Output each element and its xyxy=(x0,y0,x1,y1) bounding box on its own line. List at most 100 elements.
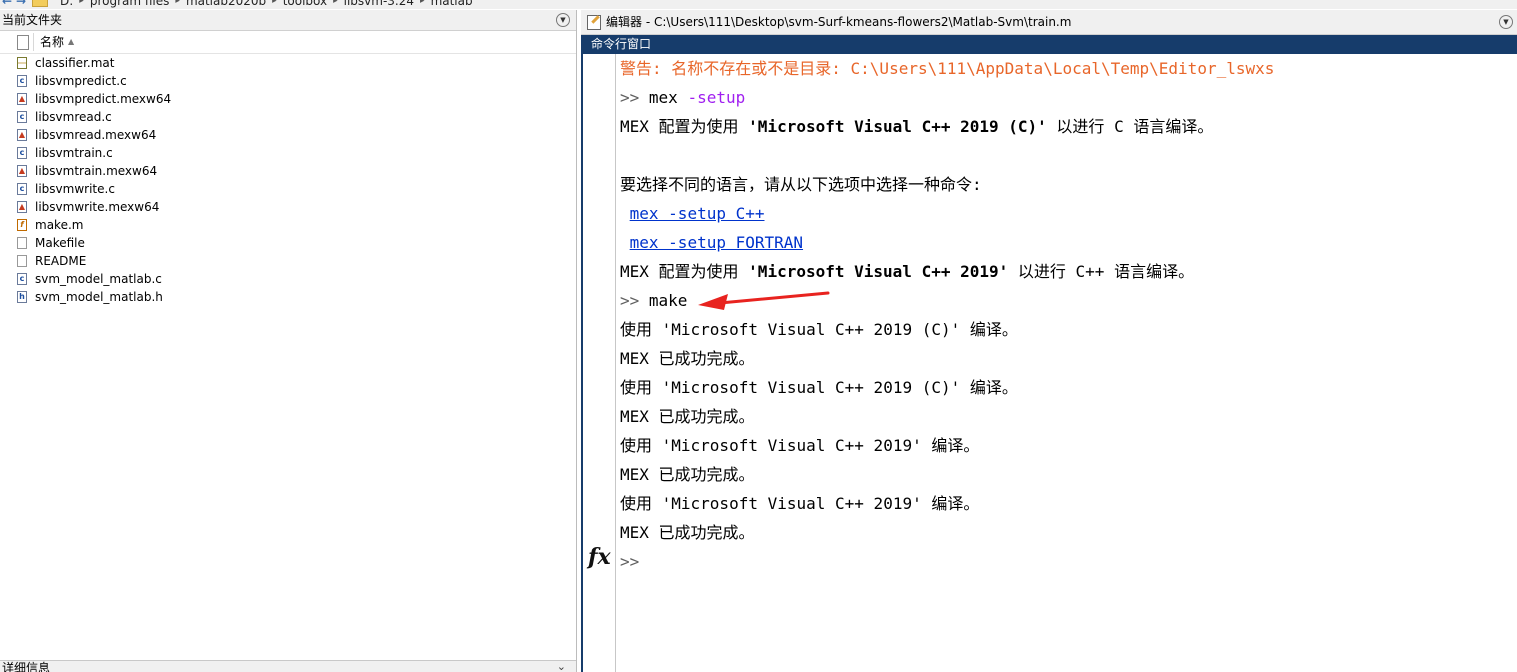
command-window-title: 命令行窗口 xyxy=(591,37,652,51)
folder-icon xyxy=(32,0,48,7)
breadcrumb-separator-icon: ▸ xyxy=(420,0,425,6)
breadcrumb-separator-icon: ▸ xyxy=(333,0,338,6)
file-item[interactable]: ▲ libsvmwrite.mexw64 xyxy=(0,198,576,216)
mat-file-icon xyxy=(17,57,27,69)
mex-file-icon: ▲ xyxy=(17,129,27,141)
column-divider[interactable] xyxy=(33,33,34,51)
c-file-icon: c xyxy=(17,111,27,123)
panel-menu-icon[interactable]: ▼ xyxy=(1499,15,1513,29)
file-item[interactable]: README xyxy=(0,252,576,270)
c-file-icon: c xyxy=(17,273,27,285)
output-line: 使用 'Microsoft Visual C++ 2019 (C)' 编译。 xyxy=(620,378,1018,397)
file-item[interactable]: ▲ libsvmread.mexw64 xyxy=(0,126,576,144)
current-folder-panel: 当前文件夹 ▼ 名称 ▲ classifier.mat c libsvmpredi… xyxy=(0,10,577,672)
link-line: mex -setup C++ xyxy=(620,199,1510,228)
output-line: MEX 已成功完成。 xyxy=(620,465,755,484)
breadcrumb-program-files[interactable]: program files xyxy=(90,0,170,8)
back-arrow-icon[interactable]: ← xyxy=(0,0,14,8)
compiler-name: 'Microsoft Visual C++ 2019 (C)' xyxy=(748,117,1047,136)
command-gutter xyxy=(583,54,616,672)
output-line: MEX 配置为使用 'Microsoft Visual C++ 2019' 以进… xyxy=(620,257,1510,286)
command-window-titlebar: 命令行窗口 xyxy=(581,35,1517,54)
file-item[interactable]: Makefile xyxy=(0,234,576,252)
address-bar[interactable]: ← → D: ▸ program files ▸ matlab2020b ▸ tool… xyxy=(0,0,1517,9)
name-column-label[interactable]: 名称 xyxy=(40,31,64,53)
command-text: mex xyxy=(648,88,678,107)
command-output[interactable]: 警告: 名称不存在或不是目录: C:\Users\111\AppData\Loc… xyxy=(620,54,1510,576)
file-item[interactable]: c svm_model_matlab.c xyxy=(0,270,576,288)
file-name: libsvmread.c xyxy=(35,110,112,124)
file-item[interactable]: classifier.mat xyxy=(0,54,576,72)
breadcrumb-separator-icon: ▸ xyxy=(272,0,277,6)
file-item[interactable]: h svm_model_matlab.h xyxy=(0,288,576,306)
file-name: libsvmpredict.mexw64 xyxy=(35,92,172,106)
link-line: mex -setup FORTRAN xyxy=(620,228,1510,257)
fx-function-icon[interactable]: fx xyxy=(588,544,611,570)
collapse-icon[interactable]: ⌄ xyxy=(557,661,566,672)
file-item[interactable]: c libsvmread.c xyxy=(0,108,576,126)
editor-pencil-icon xyxy=(587,15,601,30)
output-line: MEX 已成功完成。 xyxy=(620,523,755,542)
file-item[interactable]: c libsvmwrite.c xyxy=(0,180,576,198)
panel-menu-icon[interactable]: ▼ xyxy=(556,13,570,27)
file-name: libsvmtrain.mexw64 xyxy=(35,164,158,178)
file-name: Makefile xyxy=(35,236,85,250)
breadcrumb-toolbox[interactable]: toolbox xyxy=(283,0,327,8)
output-line: 使用 'Microsoft Visual C++ 2019 (C)' 编译。 xyxy=(620,320,1018,339)
file-name: svm_model_matlab.h xyxy=(35,290,163,304)
file-name: svm_model_matlab.c xyxy=(35,272,162,286)
breadcrumb-matlab-folder[interactable]: matlab xyxy=(431,0,473,8)
file-item[interactable]: ▲ libsvmtrain.mexw64 xyxy=(0,162,576,180)
file-name: libsvmwrite.c xyxy=(35,182,115,196)
command-window-body[interactable]: fx 警告: 名称不存在或不是目录: C:\Users\111\AppData\… xyxy=(581,54,1517,672)
file-name: classifier.mat xyxy=(35,56,115,70)
output-line: 使用 'Microsoft Visual C++ 2019' 编译。 xyxy=(620,494,980,513)
file-name: libsvmwrite.mexw64 xyxy=(35,200,160,214)
editor-title: 编辑器 - C:\Users\111\Desktop\svm-Surf-kmea… xyxy=(606,15,1072,29)
file-item[interactable]: c libsvmpredict.c xyxy=(0,72,576,90)
command-text: make xyxy=(648,291,688,310)
column-header[interactable]: 名称 ▲ xyxy=(0,31,576,54)
output-text: MEX 配置为使用 xyxy=(620,262,749,281)
m-file-icon: f xyxy=(17,219,27,231)
output-line: MEX 配置为使用 'Microsoft Visual C++ 2019 (C)… xyxy=(620,112,1510,141)
breadcrumb-drive[interactable]: D: xyxy=(60,0,73,8)
plain-file-icon xyxy=(17,237,27,249)
mex-setup-fortran-link[interactable]: mex -setup FORTRAN xyxy=(630,233,803,252)
output-text: 以进行 C++ 语言编译。 xyxy=(1008,262,1195,281)
mex-setup-cpp-link[interactable]: mex -setup C++ xyxy=(630,204,765,223)
file-name: libsvmpredict.c xyxy=(35,74,127,88)
c-file-icon: c xyxy=(17,183,27,195)
mex-file-icon: ▲ xyxy=(17,165,27,177)
file-name: libsvmread.mexw64 xyxy=(35,128,157,142)
file-name: make.m xyxy=(35,218,84,232)
command-line: >> mex -setup xyxy=(620,83,1510,112)
prompt: >> xyxy=(620,291,640,310)
input-line[interactable]: >> xyxy=(620,547,1510,576)
compiler-name: 'Microsoft Visual C++ 2019' xyxy=(748,262,1009,281)
right-workspace: 编辑器 - C:\Users\111\Desktop\svm-Surf-kmea… xyxy=(581,10,1517,672)
details-title: 详细信息 xyxy=(2,661,51,672)
output-line: MEX 已成功完成。 xyxy=(620,407,755,426)
breadcrumb-matlab[interactable]: matlab2020b xyxy=(186,0,266,8)
file-item[interactable]: c libsvmtrain.c xyxy=(0,144,576,162)
details-panel-header[interactable]: 详细信息 ⌄ xyxy=(0,660,576,672)
warning-line: 警告: 名称不存在或不是目录: C:\Users\111\AppData\Loc… xyxy=(620,59,1275,78)
breadcrumb-libsvm[interactable]: libsvm-3.24 xyxy=(344,0,414,8)
mex-file-icon: ▲ xyxy=(17,201,27,213)
forward-arrow-icon[interactable]: → xyxy=(14,0,28,8)
file-type-column-icon xyxy=(17,35,29,50)
h-file-icon: h xyxy=(17,291,27,303)
output-line: MEX 已成功完成。 xyxy=(620,349,755,368)
sort-ascending-icon: ▲ xyxy=(68,37,75,46)
file-list: classifier.mat c libsvmpredict.c ▲ libsvmp… xyxy=(0,54,576,306)
red-arrow-annotation xyxy=(698,291,830,310)
file-item[interactable]: f make.m xyxy=(0,216,576,234)
editor-titlebar[interactable]: 编辑器 - C:\Users\111\Desktop\svm-Surf-kmea… xyxy=(581,10,1517,35)
file-item[interactable]: ▲ libsvmpredict.mexw64 xyxy=(0,90,576,108)
prompt: >> xyxy=(620,552,640,571)
breadcrumb-separator-icon: ▸ xyxy=(79,0,84,6)
command-argument: -setup xyxy=(687,88,746,107)
plain-file-icon xyxy=(17,255,27,267)
